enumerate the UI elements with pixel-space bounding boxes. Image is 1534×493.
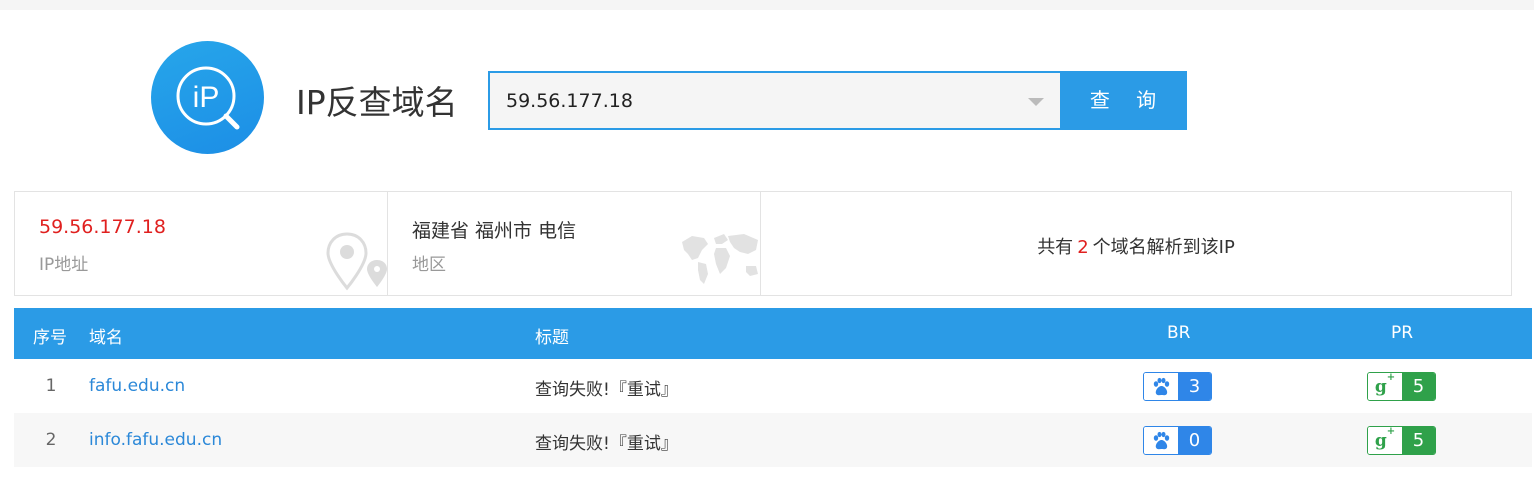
page-title: IP反查域名 (296, 83, 458, 122)
search-input[interactable]: 59.56.177.18 (488, 71, 1062, 130)
google-plus-icon: g+ (1368, 373, 1402, 400)
chevron-down-icon[interactable] (1028, 98, 1044, 106)
header-pr: PR (1391, 323, 1414, 343)
domain-count-text: 共有 2 个域名解析到该IP (761, 233, 1511, 259)
row-title[interactable]: 查询失败!『重试』 (535, 375, 678, 400)
baidu-rank-value: 3 (1178, 373, 1211, 400)
row-index: 1 (45, 376, 57, 396)
page-rank-value: 5 (1402, 427, 1435, 454)
region-cell: 福建省 福州市 电信 地区 (388, 192, 761, 295)
domain-table-header: 序号 域名 标题 BR PR (14, 308, 1532, 359)
logo-text: iP (193, 81, 220, 114)
baidu-rank-badge[interactable]: 3 (1143, 372, 1212, 401)
top-strip (0, 0, 1534, 10)
baidu-paw-icon (1144, 373, 1178, 400)
row-title[interactable]: 查询失败!『重试』 (535, 429, 678, 454)
ip-info-panel: 59.56.177.18 IP地址 福建省 福州市 电信 地区 共有 2 个域名解析… (14, 191, 1512, 296)
location-pin-icon (326, 232, 387, 291)
baidu-paw-icon (1144, 427, 1178, 454)
domain-link[interactable]: info.fafu.edu.cn (89, 430, 222, 450)
page-rank-badge[interactable]: g+ 5 (1367, 426, 1436, 455)
region-value: 福建省 福州市 电信 (412, 220, 577, 242)
domain-count-value: 2 (1077, 237, 1089, 258)
header-title: 标题 (535, 328, 569, 348)
domain-link[interactable]: fafu.edu.cn (89, 376, 185, 396)
header-index: 序号 (33, 328, 67, 348)
baidu-rank-badge[interactable]: 0 (1143, 426, 1212, 455)
baidu-rank-value: 0 (1178, 427, 1211, 454)
ip-label: IP地址 (39, 255, 89, 275)
world-map-icon (682, 234, 758, 284)
query-button[interactable]: 查 询 (1061, 71, 1187, 130)
ip-cell: 59.56.177.18 IP地址 (15, 192, 388, 295)
ip-value: 59.56.177.18 (39, 216, 166, 238)
table-row: 1 fafu.edu.cn 查询失败!『重试』 3 g+ 5 (14, 359, 1532, 413)
region-label: 地区 (412, 255, 446, 275)
header-br: BR (1167, 323, 1191, 343)
count-prefix: 共有 (1037, 237, 1074, 258)
header-domain: 域名 (89, 328, 123, 348)
row-index: 2 (45, 430, 57, 450)
google-plus-icon: g+ (1368, 427, 1402, 454)
page-rank-value: 5 (1402, 373, 1435, 400)
search-input-value[interactable]: 59.56.177.18 (506, 90, 633, 112)
page-rank-badge[interactable]: g+ 5 (1367, 372, 1436, 401)
table-row: 2 info.fafu.edu.cn 查询失败!『重试』 0 g+ 5 (14, 413, 1532, 467)
count-suffix: 个域名解析到该IP (1092, 237, 1235, 258)
domain-count-cell: 共有 2 个域名解析到该IP (761, 192, 1511, 295)
ip-search-icon: iP (151, 41, 264, 154)
